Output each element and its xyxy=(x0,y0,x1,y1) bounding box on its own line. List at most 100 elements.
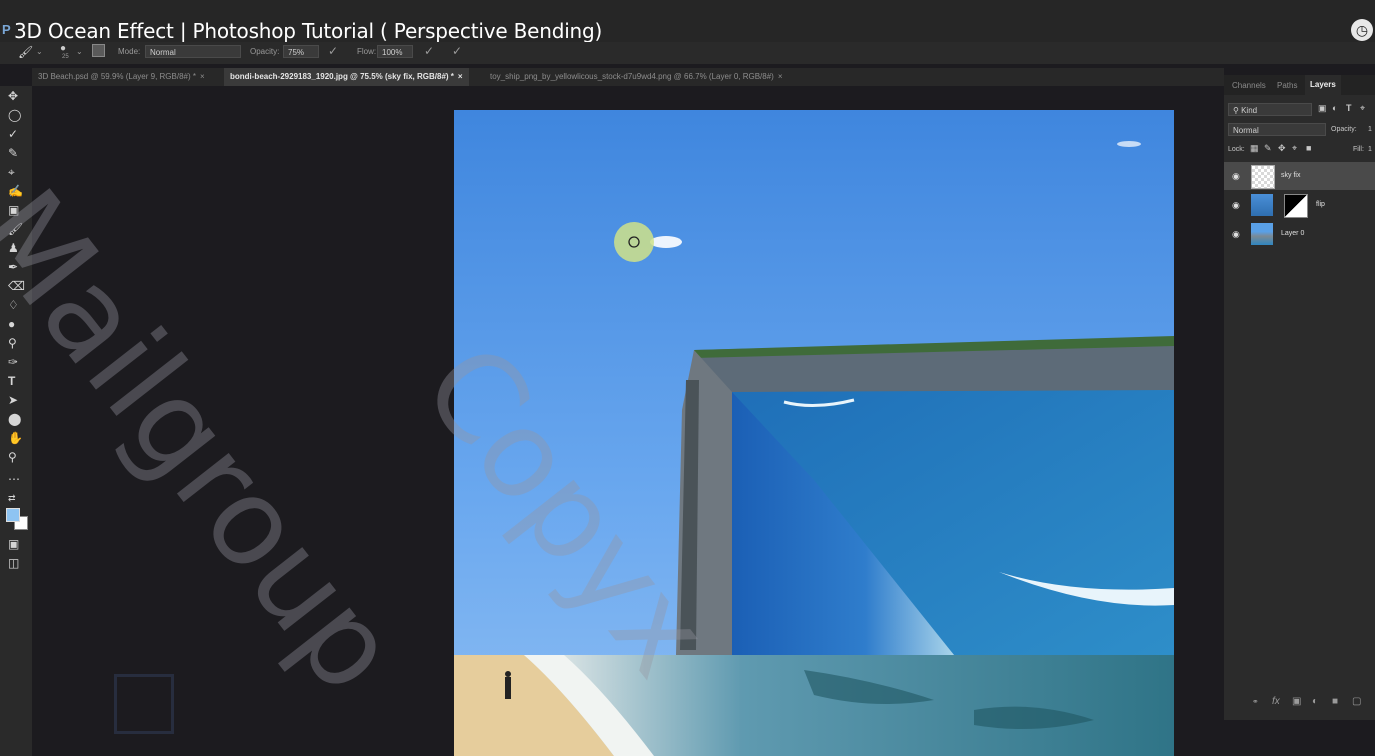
layer-mask-thumbnail xyxy=(1284,194,1308,218)
adjustment-layer-icon[interactable]: ◐ xyxy=(1312,696,1318,707)
brush-tool-icon[interactable]: 🖌 xyxy=(18,45,33,59)
tab-layers[interactable]: Layers xyxy=(1305,75,1341,95)
visibility-eye-icon[interactable]: ◉ xyxy=(1232,229,1242,239)
fill-value[interactable]: 1 xyxy=(1368,146,1372,153)
pressure-opacity-icon[interactable]: ✓ xyxy=(328,44,338,58)
canvas-image xyxy=(454,110,1174,756)
stamp-tool-icon[interactable]: ♟ xyxy=(8,240,26,256)
fill-label: Fill: xyxy=(1353,146,1364,153)
lock-pixels-icon[interactable]: ✎ xyxy=(1264,143,1272,154)
tab-3d-beach[interactable]: 3D Beach.psd @ 59.9% (Layer 9, RGB/8#) *… xyxy=(32,68,211,86)
layer-name: Layer 0 xyxy=(1281,230,1305,237)
image-filter-icon[interactable]: ▣ xyxy=(1318,103,1327,114)
path-select-tool-icon[interactable]: ➤ xyxy=(8,392,26,408)
layer-style-icon[interactable]: fx xyxy=(1272,696,1280,707)
tab-bondi-beach[interactable]: bondi-beach-2929183_1920.jpg @ 75.5% (sk… xyxy=(224,68,469,86)
move-tool-icon[interactable]: ✥ xyxy=(8,88,26,104)
flow-select[interactable]: 100% xyxy=(377,45,413,58)
screen-mode-icon[interactable]: ◫ xyxy=(8,555,26,571)
tab-label: 3D Beach.psd @ 59.9% (Layer 9, RGB/8#) * xyxy=(38,72,196,81)
new-layer-icon[interactable]: ▢ xyxy=(1352,696,1361,707)
layer-filter-row: ⚲ Kind ▣ ◐ T ⌖ xyxy=(1224,101,1375,117)
shape-tool-icon[interactable]: ⬤ xyxy=(8,411,26,427)
chevron-down-icon[interactable]: ⌄ xyxy=(36,47,43,56)
tab-channels[interactable]: Channels xyxy=(1232,81,1266,90)
more-tools-icon[interactable]: ⋯ xyxy=(8,471,26,487)
swap-colors-icon[interactable]: ⇄ xyxy=(8,490,26,506)
layers-panel: Channels Paths Layers ⚲ Kind ▣ ◐ T ⌖ Nor… xyxy=(1224,75,1375,720)
visibility-eye-icon[interactable]: ◉ xyxy=(1232,200,1242,210)
healing-tool-icon[interactable]: ▣ xyxy=(8,202,26,218)
history-brush-tool-icon[interactable]: ✒ xyxy=(8,259,26,275)
ps-logo-icon: P xyxy=(2,22,11,37)
lock-transparent-icon[interactable]: ▦ xyxy=(1250,143,1259,154)
flow-label: Flow: xyxy=(357,47,377,56)
zoom-tool-icon[interactable]: ⚲ xyxy=(8,449,26,465)
type-tool-icon[interactable]: T xyxy=(8,373,26,389)
paint-bucket-tool-icon[interactable]: ♢ xyxy=(8,297,26,313)
hand-tool-icon[interactable]: ✋ xyxy=(8,430,26,446)
eyedropper-tool-icon[interactable]: ✍ xyxy=(8,183,26,199)
layer-row-flip[interactable]: ◉ flip xyxy=(1224,191,1375,219)
lock-position-icon[interactable]: ✥ xyxy=(1278,143,1286,154)
kind-filter-label: Kind xyxy=(1241,106,1258,115)
document-tab-bar: 3D Beach.psd @ 59.9% (Layer 9, RGB/8#) *… xyxy=(32,68,1224,86)
brush-settings-icon[interactable] xyxy=(92,44,105,57)
layer-row-layer-0[interactable]: ◉ Layer 0 xyxy=(1224,220,1375,248)
pen-tool-icon[interactable]: ✑ xyxy=(8,354,26,370)
crop-tool-icon[interactable]: ⌖ xyxy=(8,164,26,180)
layer-row-sky-fix[interactable]: ◉ sky fix xyxy=(1224,162,1375,190)
lock-label: Lock: xyxy=(1228,146,1245,153)
link-layers-icon[interactable]: ⚭ xyxy=(1252,697,1259,706)
adjustment-filter-icon[interactable]: ◐ xyxy=(1332,103,1337,113)
layer-thumbnail xyxy=(1251,223,1273,245)
visibility-eye-icon[interactable]: ◉ xyxy=(1232,171,1242,181)
shape-filter-icon[interactable]: ⌖ xyxy=(1360,103,1365,114)
chevron-down-icon[interactable]: ⌄ xyxy=(76,47,83,56)
blur-tool-icon[interactable]: ● xyxy=(8,316,26,332)
opacity-select[interactable]: 75% xyxy=(283,45,319,58)
mode-select[interactable]: Normal xyxy=(145,45,241,58)
layers-panel-footer: ⚭ fx ▣ ◐ ■ ▢ xyxy=(1224,693,1375,713)
add-mask-icon[interactable]: ▣ xyxy=(1292,696,1301,707)
lock-artboard-icon[interactable]: ⌖ xyxy=(1292,143,1297,154)
watch-later-icon[interactable]: ◷ xyxy=(1351,19,1373,41)
brush-preset-icon[interactable]: ● xyxy=(60,43,66,54)
layer-opacity-label: Opacity: xyxy=(1331,126,1357,133)
ps-logo-watermark-icon xyxy=(114,674,174,734)
layer-opacity-value[interactable]: 1 xyxy=(1368,126,1372,133)
layer-name: flip xyxy=(1316,201,1325,208)
lock-row: Lock: ▦ ✎ ✥ ⌖ ■ Fill: 1 xyxy=(1224,141,1375,157)
search-icon: ⚲ xyxy=(1233,106,1239,115)
lock-all-icon[interactable]: ■ xyxy=(1306,143,1311,153)
tab-label: bondi-beach-2929183_1920.jpg @ 75.5% (sk… xyxy=(230,72,454,81)
layer-thumbnail xyxy=(1251,165,1275,189)
pressure-size-icon[interactable]: ✓ xyxy=(452,44,462,58)
foreground-color-swatch[interactable] xyxy=(6,508,20,522)
lasso-tool-icon[interactable]: ✓ xyxy=(8,126,26,142)
layer-thumbnail xyxy=(1251,194,1273,216)
document-canvas[interactable] xyxy=(454,110,1174,756)
close-icon[interactable]: × xyxy=(458,72,463,81)
blend-mode-select[interactable]: Normal xyxy=(1228,123,1326,136)
quick-mask-icon[interactable]: ▣ xyxy=(8,536,26,552)
quick-select-tool-icon[interactable]: ✎ xyxy=(8,145,26,161)
marquee-tool-icon[interactable]: ◯ xyxy=(8,107,26,123)
tab-toy-ship[interactable]: toy_ship_png_by_yellowlicous_stock-d7u9w… xyxy=(484,68,789,86)
eraser-tool-icon[interactable]: ⌫ xyxy=(8,278,26,294)
kind-filter-select[interactable]: ⚲ Kind xyxy=(1228,103,1312,116)
tab-paths[interactable]: Paths xyxy=(1277,81,1297,90)
tools-panel: ✥ ◯ ✓ ✎ ⌖ ✍ ▣ 🖌 ♟ ✒ ⌫ ♢ ● ⚲ ✑ T ➤ ⬤ ✋ ⚲ … xyxy=(0,86,32,756)
brush-tool-icon[interactable]: 🖌 xyxy=(8,221,26,237)
brush-size-value: 25 xyxy=(62,54,69,60)
airbrush-icon[interactable]: ✓ xyxy=(424,44,434,58)
mode-label: Mode: xyxy=(118,47,141,56)
new-group-icon[interactable]: ■ xyxy=(1332,696,1338,707)
panel-tab-bar: Channels Paths Layers xyxy=(1224,75,1375,95)
video-title: 3D Ocean Effect | Photoshop Tutorial ( P… xyxy=(14,19,603,43)
type-filter-icon[interactable]: T xyxy=(1346,103,1352,113)
dodge-tool-icon[interactable]: ⚲ xyxy=(8,335,26,351)
close-icon[interactable]: × xyxy=(200,72,205,81)
opacity-label: Opacity: xyxy=(250,47,280,56)
close-icon[interactable]: × xyxy=(778,72,783,81)
